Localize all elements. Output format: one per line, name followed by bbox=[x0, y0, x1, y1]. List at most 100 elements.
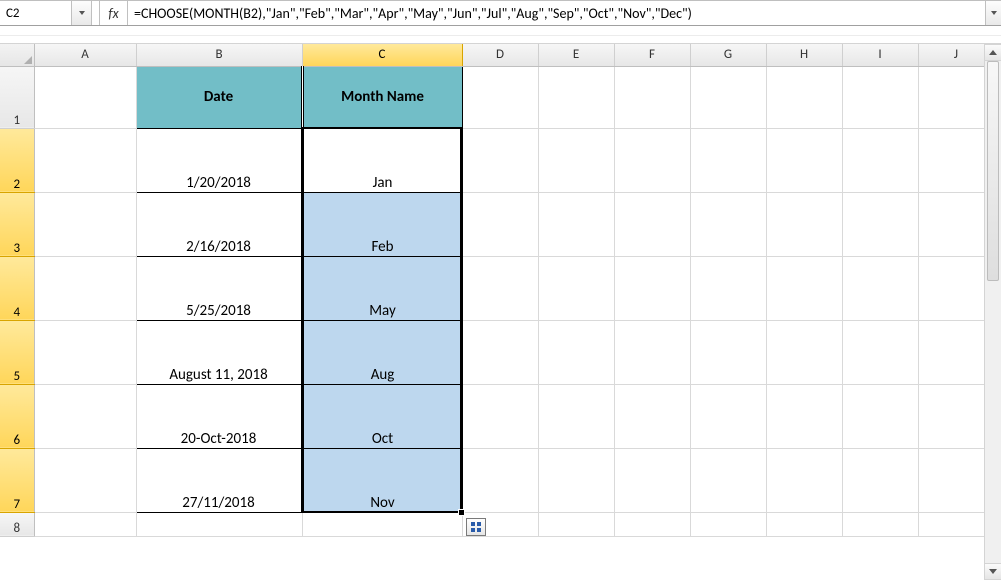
cell-C8[interactable] bbox=[302, 512, 462, 536]
col-header-H[interactable]: H bbox=[766, 44, 842, 66]
scroll-down-button[interactable] bbox=[985, 563, 1001, 580]
cell-H6[interactable] bbox=[766, 384, 842, 448]
cell-F5[interactable] bbox=[614, 320, 690, 384]
cell-F8[interactable] bbox=[614, 512, 690, 536]
cell-D2[interactable] bbox=[462, 128, 538, 192]
cell-F4[interactable] bbox=[614, 256, 690, 320]
scroll-thumb[interactable] bbox=[987, 61, 999, 281]
cell-G4[interactable] bbox=[690, 256, 766, 320]
col-header-E[interactable]: E bbox=[538, 44, 614, 66]
cell-B1[interactable]: Date bbox=[136, 66, 302, 128]
vertical-scrollbar[interactable] bbox=[984, 44, 1001, 580]
cell-F2[interactable] bbox=[614, 128, 690, 192]
cell-C6[interactable]: Oct bbox=[302, 384, 462, 448]
autofill-options-button[interactable] bbox=[466, 518, 486, 536]
cell-I5[interactable] bbox=[842, 320, 918, 384]
cell-E7[interactable] bbox=[538, 448, 614, 512]
cell-H5[interactable] bbox=[766, 320, 842, 384]
cell-E6[interactable] bbox=[538, 384, 614, 448]
cell-J7[interactable] bbox=[918, 448, 994, 512]
cell-A4[interactable] bbox=[34, 256, 136, 320]
insert-function-button[interactable]: fx bbox=[100, 1, 128, 25]
cell-I3[interactable] bbox=[842, 192, 918, 256]
cell-J4[interactable] bbox=[918, 256, 994, 320]
cell-J6[interactable] bbox=[918, 384, 994, 448]
col-header-C[interactable]: C bbox=[302, 44, 462, 66]
cell-I4[interactable] bbox=[842, 256, 918, 320]
row-header-8[interactable]: 8 bbox=[0, 512, 34, 536]
cell-B2[interactable]: 1/20/2018 bbox=[136, 128, 302, 192]
cell-B6[interactable]: 20-Oct-2018 bbox=[136, 384, 302, 448]
cell-G8[interactable] bbox=[690, 512, 766, 536]
row-header-3[interactable]: 3 bbox=[0, 192, 34, 256]
cell-B8[interactable] bbox=[136, 512, 302, 536]
cell-F7[interactable] bbox=[614, 448, 690, 512]
cell-D4[interactable] bbox=[462, 256, 538, 320]
cell-A3[interactable] bbox=[34, 192, 136, 256]
cell-D1[interactable] bbox=[462, 66, 538, 128]
cell-A8[interactable] bbox=[34, 512, 136, 536]
cell-I1[interactable] bbox=[842, 66, 918, 128]
cell-H3[interactable] bbox=[766, 192, 842, 256]
cell-D3[interactable] bbox=[462, 192, 538, 256]
cell-G7[interactable] bbox=[690, 448, 766, 512]
cell-H8[interactable] bbox=[766, 512, 842, 536]
cell-E2[interactable] bbox=[538, 128, 614, 192]
scroll-up-button[interactable] bbox=[985, 44, 1001, 61]
row-header-4[interactable]: 4 bbox=[0, 256, 34, 320]
cell-J2[interactable] bbox=[918, 128, 994, 192]
cell-F3[interactable] bbox=[614, 192, 690, 256]
row-header-1[interactable]: 1 bbox=[0, 66, 34, 128]
cell-E8[interactable] bbox=[538, 512, 614, 536]
cell-H4[interactable] bbox=[766, 256, 842, 320]
cell-G6[interactable] bbox=[690, 384, 766, 448]
scroll-track[interactable] bbox=[985, 61, 1001, 563]
cell-F1[interactable] bbox=[614, 66, 690, 128]
formula-bar-expand[interactable] bbox=[985, 1, 1001, 25]
col-header-B[interactable]: B bbox=[136, 44, 302, 66]
cell-H1[interactable] bbox=[766, 66, 842, 128]
cell-J3[interactable] bbox=[918, 192, 994, 256]
grid[interactable]: A B C D E F G H I J 1 Date Month Name bbox=[0, 44, 995, 537]
name-box-dropdown[interactable] bbox=[72, 1, 92, 25]
col-header-A[interactable]: A bbox=[34, 44, 136, 66]
cell-E4[interactable] bbox=[538, 256, 614, 320]
cell-A7[interactable] bbox=[34, 448, 136, 512]
row-header-2[interactable]: 2 bbox=[0, 128, 34, 192]
cell-G3[interactable] bbox=[690, 192, 766, 256]
row-header-6[interactable]: 6 bbox=[0, 384, 34, 448]
formula-input[interactable]: =CHOOSE(MONTH(B2),"Jan","Feb","Mar","Apr… bbox=[128, 1, 985, 25]
cell-G2[interactable] bbox=[690, 128, 766, 192]
cell-B5[interactable]: August 11, 2018 bbox=[136, 320, 302, 384]
cell-C5[interactable]: Aug bbox=[302, 320, 462, 384]
cell-C3[interactable]: Feb bbox=[302, 192, 462, 256]
cell-B3[interactable]: 2/16/2018 bbox=[136, 192, 302, 256]
cell-E3[interactable] bbox=[538, 192, 614, 256]
cell-G5[interactable] bbox=[690, 320, 766, 384]
cell-D6[interactable] bbox=[462, 384, 538, 448]
cell-A2[interactable] bbox=[34, 128, 136, 192]
cell-J5[interactable] bbox=[918, 320, 994, 384]
row-header-5[interactable]: 5 bbox=[0, 320, 34, 384]
cell-E5[interactable] bbox=[538, 320, 614, 384]
cell-J1[interactable] bbox=[918, 66, 994, 128]
cell-C7[interactable]: Nov bbox=[302, 448, 462, 512]
cell-A6[interactable] bbox=[34, 384, 136, 448]
col-header-J[interactable]: J bbox=[918, 44, 994, 66]
cell-C1[interactable]: Month Name bbox=[302, 66, 462, 128]
row-header-7[interactable]: 7 bbox=[0, 448, 34, 512]
col-header-I[interactable]: I bbox=[842, 44, 918, 66]
cell-B4[interactable]: 5/25/2018 bbox=[136, 256, 302, 320]
cell-A5[interactable] bbox=[34, 320, 136, 384]
cell-C2[interactable]: Jan bbox=[302, 128, 462, 192]
cell-I6[interactable] bbox=[842, 384, 918, 448]
cell-D5[interactable] bbox=[462, 320, 538, 384]
cell-A1[interactable] bbox=[34, 66, 136, 128]
cell-B7[interactable]: 27/11/2018 bbox=[136, 448, 302, 512]
cell-J8[interactable] bbox=[918, 512, 994, 536]
cell-I2[interactable] bbox=[842, 128, 918, 192]
col-header-F[interactable]: F bbox=[614, 44, 690, 66]
col-header-G[interactable]: G bbox=[690, 44, 766, 66]
cell-D7[interactable] bbox=[462, 448, 538, 512]
name-box[interactable]: C2 bbox=[0, 1, 72, 25]
